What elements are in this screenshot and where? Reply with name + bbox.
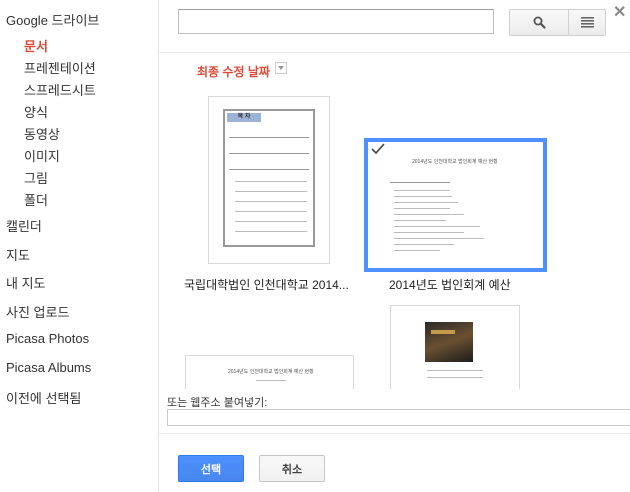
sidebar-item-documents[interactable]: 문서: [24, 36, 48, 55]
doc-line: [235, 191, 307, 192]
doc-line: [394, 244, 454, 245]
doc-line: [394, 250, 440, 251]
sidebar-item-videos[interactable]: 동영상: [24, 124, 60, 143]
sidebar-item-calendar[interactable]: 캘린더: [6, 216, 42, 235]
header-divider: [159, 52, 630, 53]
photo-preview: [425, 322, 473, 362]
url-label: 또는 웹주소 붙여넣기:: [167, 397, 268, 409]
doc-line: [427, 370, 483, 371]
sidebar-item-presentations[interactable]: 프레젠테이션: [24, 58, 96, 77]
doc-line: [394, 232, 464, 233]
doc-line: [394, 196, 452, 197]
file-title[interactable]: 국립대학법인 인천대학교 2014...: [184, 276, 349, 293]
doc-line: [229, 153, 309, 154]
sidebar-item-maps[interactable]: 지도: [6, 245, 30, 264]
sidebar-item-drawings[interactable]: 그림: [24, 168, 48, 187]
sort-dropdown-icon[interactable]: [275, 62, 287, 74]
file-thumbnail[interactable]: [390, 305, 520, 389]
doc-line: [394, 202, 458, 203]
search-button[interactable]: [509, 9, 569, 36]
doc-line: [394, 220, 446, 221]
sidebar-item-picasa-photos[interactable]: Picasa Photos: [6, 331, 89, 346]
doc-line: [390, 182, 450, 183]
search-input[interactable]: [178, 9, 494, 34]
doc-preview: 목 차: [223, 109, 315, 247]
doc-line: [235, 181, 307, 182]
file-thumbnail[interactable]: 목 차: [208, 96, 330, 264]
doc-line: [394, 238, 484, 239]
file-thumbnail-selected[interactable]: 2014년도 인천대학교 법인회계 예산 현황: [364, 138, 547, 272]
sidebar-item-previously-selected[interactable]: 이전에 선택됨: [6, 388, 81, 407]
main-panel: ✕ 최종 수정 날짜 목 차 국립대학법인 인천대학교 2014... 2014…: [159, 0, 630, 492]
doc-line: [256, 380, 286, 381]
sidebar-item-forms[interactable]: 양식: [24, 102, 48, 121]
sidebar-item-images[interactable]: 이미지: [24, 146, 60, 165]
search-icon: [533, 16, 546, 29]
doc-line: [394, 190, 450, 191]
doc-line: [235, 201, 307, 202]
photo-highlight: [431, 330, 455, 334]
doc-line: [235, 221, 307, 222]
sidebar-item-upload-photos[interactable]: 사진 업로드: [6, 302, 69, 321]
doc-line: [235, 211, 307, 212]
file-thumbnail[interactable]: 2014년도 인천대학교 법인회계 예산 현황: [185, 355, 354, 389]
file-title[interactable]: 2014년도 법인회계 예산: [389, 276, 511, 293]
doc-line: [229, 137, 309, 138]
doc-line: [394, 214, 464, 215]
url-input[interactable]: [167, 409, 630, 426]
doc-line: [427, 377, 483, 378]
doc-line: [235, 231, 307, 232]
close-icon[interactable]: ✕: [613, 2, 626, 22]
list-view-button[interactable]: [568, 9, 606, 36]
doc-line: [394, 226, 480, 227]
sidebar: Google 드라이브 문서 프레젠테이션 스프레드시트 양식 동영상 이미지 …: [0, 0, 158, 492]
doc-line: [394, 208, 450, 209]
preview-heading: 2014년도 인천대학교 법인회계 예산 현황: [412, 159, 498, 165]
sidebar-item-picasa-albums[interactable]: Picasa Albums: [6, 360, 91, 375]
cancel-button[interactable]: 취소: [259, 455, 325, 482]
sidebar-item-spreadsheets[interactable]: 스프레드시트: [24, 80, 96, 99]
sidebar-item-google-drive[interactable]: Google 드라이브: [6, 10, 99, 29]
doc-line: [229, 169, 309, 170]
sidebar-item-my-maps[interactable]: 내 지도: [6, 273, 46, 292]
checkmark-icon: [371, 143, 385, 155]
footer-divider: [159, 433, 630, 434]
sort-label[interactable]: 최종 수정 날짜: [197, 63, 270, 80]
preview-heading: 목 차: [227, 113, 261, 122]
select-button[interactable]: 선택: [178, 455, 244, 482]
preview-heading: 2014년도 인천대학교 법인회계 예산 현황: [228, 369, 314, 375]
list-view-icon: [580, 17, 594, 28]
sidebar-item-folders[interactable]: 폴더: [24, 190, 48, 209]
